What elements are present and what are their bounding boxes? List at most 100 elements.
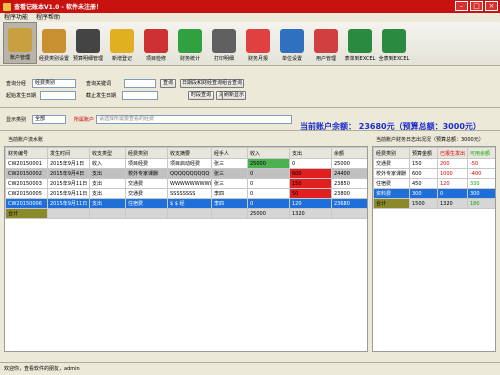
query-by-label: 查询分经 (6, 81, 27, 87)
total-cell (89, 208, 126, 219)
minimize-button[interactable]: – (455, 1, 468, 11)
table-row[interactable]: 住宿费 450 120 330 (373, 178, 495, 189)
account-select[interactable]: 请选择所需要查看的经费 (96, 115, 292, 124)
end-date-input[interactable] (122, 91, 158, 100)
window-title: 查看记账本V1.0 - 软件未注册！ (14, 4, 102, 11)
cell-type: 收入 (89, 158, 126, 169)
toolbar-button-7[interactable]: 财务月报 (241, 22, 275, 64)
calendar-icon (246, 29, 270, 53)
cell-used: 0 (437, 188, 468, 199)
toolbar-button-2[interactable]: 预算明细管理 (71, 22, 105, 64)
query-by-select[interactable]: 经费类别 (32, 79, 76, 88)
toolbar-button-5[interactable]: 财务统计 (173, 22, 207, 64)
combined-query-button[interactable]: 日期段和财经查询组合查询 (180, 79, 244, 88)
total-cell: 180 (467, 198, 495, 209)
maximize-button[interactable]: □ (470, 1, 483, 11)
cell-income: 0 (247, 188, 290, 199)
total-cell (125, 208, 168, 219)
cell-summary: $ $ 经 (167, 198, 212, 209)
column-header[interactable]: 支出 (289, 147, 332, 159)
total-cell: 1500 (409, 198, 438, 209)
toolbar-label: 项目检修 (145, 56, 166, 62)
cell-balance: 24400 (331, 168, 367, 179)
menu-help[interactable]: 程序帮助 (36, 13, 60, 22)
total-cell: 1320 (289, 208, 332, 219)
cell-income: 0 (247, 178, 290, 189)
toolbar-button-11[interactable]: 全表到EXCEL (377, 22, 411, 64)
category-select[interactable]: 全部 (32, 115, 66, 124)
toolbar: 账户管理 经费类别设置 预算明细管理 新增登记 项目检修 财务统计 打印明细 财务月报 单位设置… (0, 22, 500, 66)
toolbar-button-1[interactable]: 经费类别设置 (37, 22, 71, 64)
cell-used: 120 (437, 178, 468, 189)
table-row[interactable]: 交通费 150 200 -50 (373, 158, 495, 169)
column-header[interactable]: 预算金额 (409, 147, 438, 159)
toolbar-label: 财务月报 (247, 56, 268, 62)
cell-date: 2015年9月4日 (47, 168, 90, 179)
toolbar-button-9[interactable]: 用户管理 (309, 22, 343, 64)
ledger-table: 财务编号 发生时间 收支类型 经费类别 收支摘要 经手人 收入 支出 余额 CW20150001… (4, 146, 368, 352)
table-row[interactable]: CW20150001 2015年9月1日 收入 项目经费 项目启动经费 张三 25000 0 2… (5, 158, 367, 169)
toolbar-label: 打印明细 (213, 56, 234, 62)
column-header[interactable]: 收入 (247, 147, 290, 159)
excel-check-icon (382, 29, 406, 53)
cell-budget: 450 (409, 178, 438, 189)
cell-handler: 张三 (211, 168, 248, 179)
table-header: 财务编号 发生时间 收支类型 经费类别 收支摘要 经手人 收入 支出 余额 (5, 147, 367, 159)
total-cell: 25000 (247, 208, 290, 219)
menu-program[interactable]: 程序功能 (4, 13, 28, 22)
menu-bar: 程序功能 程序帮助 (0, 13, 500, 22)
column-header[interactable]: 经费类别 (125, 147, 168, 159)
cell-expense: 600 (289, 168, 332, 179)
toolbar-label: 经费类别设置 (38, 56, 69, 62)
cell-category: 交通费 (373, 158, 410, 169)
status-bar: 欢迎你，查看软件的朋友，admin (0, 362, 500, 375)
table-row[interactable]: CW20150003 2015年9月11日 支出 交通费 WWWWWWWWW 张三 0 150… (5, 178, 367, 189)
account-label: 所属账户 (74, 117, 95, 123)
toolbar-button-8[interactable]: 单位设置 (275, 22, 309, 64)
column-header[interactable]: 发生时间 (47, 147, 90, 159)
cell-income: 25000 (247, 158, 290, 169)
column-header[interactable]: 余额 (331, 147, 367, 159)
keyword-input[interactable] (124, 79, 156, 88)
cell-remain: 300 (467, 188, 495, 199)
table-row[interactable]: 校外专家课酬 600 1000 -400 (373, 168, 495, 179)
cell-income: 0 (247, 198, 290, 209)
toolbar-label: 账户管理 (9, 55, 30, 61)
table-row[interactable]: 资料费 300 0 300 (373, 188, 495, 199)
table-row[interactable]: CW20150002 2015年9月4日 支出 校外专家课酬 QQQQQQQQQQ 张三 0… (5, 168, 367, 179)
close-button[interactable]: × (485, 1, 498, 11)
total-row: 合计 1500 1320 180 (373, 198, 495, 209)
cell-handler: 李四 (211, 188, 248, 199)
column-header[interactable]: 收支摘要 (167, 147, 212, 159)
cell-id: CW20150005 (5, 188, 48, 199)
column-header[interactable]: 经费类别 (373, 147, 410, 159)
keyword-label: 查询关键词 (86, 81, 112, 87)
cell-date: 2015年9月1日 (47, 158, 90, 169)
column-header[interactable]: 已报生发出 (437, 147, 468, 159)
refresh-button[interactable]: 刷新显示 (222, 91, 246, 100)
toolbar-button-10[interactable]: 表单到EXCEL (343, 22, 377, 64)
money-bag-icon (8, 28, 32, 52)
toolbar-label: 财务统计 (179, 56, 200, 62)
cell-expense: 150 (289, 178, 332, 189)
cell-type: 支出 (89, 188, 126, 199)
query-button[interactable]: 查询 (160, 79, 176, 88)
date-query-button[interactable]: 时段查询 (188, 91, 214, 100)
toolbar-button-6[interactable]: 打印明细 (207, 22, 241, 64)
column-header[interactable]: 可用余额 (467, 147, 495, 159)
column-header[interactable]: 财务编号 (5, 147, 48, 159)
total-cell (47, 208, 90, 219)
table-row[interactable]: CW20150005 2015年9月11日 支出 交通费 SSSSSSSS 李四 0 50 23… (5, 188, 367, 199)
table-row[interactable]: CW20150006 2015年9月11日 支出 住宿费 $ $ 经李四 0 120 2368… (5, 198, 367, 209)
toolbar-button-0[interactable]: 账户管理 (3, 22, 37, 64)
cell-handler: 李四 (211, 198, 248, 209)
budget-table: 经费类别 预算金额 已报生发出 可用余额 交通费 150 200 -50 校外专家课酬 600 1… (372, 146, 496, 352)
cell-budget: 600 (409, 168, 438, 179)
cell-summary: WWWWWWWWW (167, 178, 212, 189)
column-header[interactable]: 收支类型 (89, 147, 126, 159)
toolbar-button-3[interactable]: 新增登记 (105, 22, 139, 64)
column-header[interactable]: 经手人 (211, 147, 248, 159)
toolbar-button-4[interactable]: 项目检修 (139, 22, 173, 64)
start-date-input[interactable] (40, 91, 76, 100)
toolbar-label: 用户管理 (315, 56, 336, 62)
